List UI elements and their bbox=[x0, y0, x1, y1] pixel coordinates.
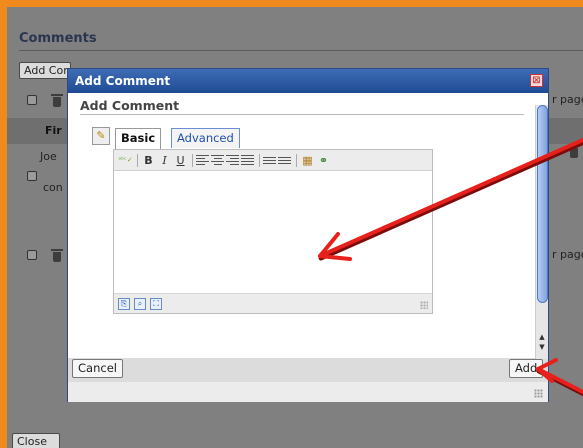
tab-advanced[interactable]: Advanced bbox=[171, 128, 240, 148]
dialog-resize-grip-icon[interactable] bbox=[534, 389, 543, 398]
resize-grip-icon[interactable] bbox=[420, 301, 428, 309]
toolbar-separator bbox=[192, 153, 193, 167]
scrollbar-thumb[interactable] bbox=[537, 105, 548, 303]
dialog-titlebar[interactable]: Add Comment bbox=[68, 69, 548, 93]
row-checkbox[interactable] bbox=[27, 171, 37, 181]
editor-text-area[interactable] bbox=[114, 171, 432, 293]
add-button[interactable]: Add bbox=[509, 359, 544, 378]
numbered-list-icon[interactable] bbox=[278, 153, 291, 168]
dialog-footer bbox=[68, 382, 548, 402]
italic-icon[interactable]: I bbox=[157, 153, 172, 168]
trash-icon[interactable] bbox=[568, 145, 580, 158]
link-icon[interactable]: ⚭ bbox=[316, 153, 331, 168]
per-page-text: r page bbox=[552, 248, 583, 261]
comments-section-title: Comments bbox=[19, 31, 97, 46]
editor-footer: ⎘ ⌕ ⛶ bbox=[114, 293, 432, 313]
pencil-icon[interactable]: ✎ bbox=[92, 127, 110, 145]
add-comment-button[interactable]: Add Comment bbox=[19, 62, 71, 79]
toolbar-separator bbox=[259, 153, 260, 167]
find-icon[interactable]: ⌕ bbox=[134, 297, 146, 310]
fullscreen-icon[interactable]: ⛶ bbox=[150, 297, 162, 310]
dialog-title: Add Comment bbox=[75, 74, 171, 88]
tab-basic[interactable]: Basic bbox=[115, 128, 162, 149]
per-page-text: r page bbox=[552, 93, 583, 106]
underline-icon[interactable]: U bbox=[173, 153, 188, 168]
cell-text: con bbox=[43, 181, 63, 194]
align-left-icon[interactable] bbox=[196, 153, 209, 168]
row-checkbox[interactable] bbox=[27, 95, 37, 105]
paste-icon[interactable]: ⎘ bbox=[118, 297, 130, 310]
trash-icon[interactable] bbox=[51, 94, 63, 107]
vertical-scrollbar[interactable]: ▲ ▼ bbox=[535, 105, 548, 359]
section-divider bbox=[19, 50, 583, 51]
row-checkbox[interactable] bbox=[27, 250, 37, 260]
heading-divider bbox=[80, 114, 524, 115]
cancel-button[interactable]: Cancel bbox=[72, 359, 123, 378]
align-right-icon[interactable] bbox=[226, 153, 239, 168]
editor-toolbar: ᵃᵇᶜ✓ B I U ▦ ⚭ bbox=[114, 150, 432, 171]
scroll-up-icon[interactable]: ▲ bbox=[536, 333, 548, 341]
add-comment-dialog: Add Comment ⊠ Add Comment ✎ Basic Advanc… bbox=[67, 68, 549, 402]
toolbar-separator bbox=[296, 153, 297, 167]
bold-icon[interactable]: B bbox=[141, 153, 156, 168]
trash-icon[interactable] bbox=[51, 249, 63, 262]
column-header-first: Fir bbox=[45, 124, 62, 137]
rich-text-editor: ᵃᵇᶜ✓ B I U ▦ ⚭ ⎘ ⌕ ⛶ bbox=[113, 149, 433, 314]
scroll-down-icon[interactable]: ▼ bbox=[536, 343, 548, 351]
close-icon[interactable]: ⊠ bbox=[530, 74, 543, 87]
dialog-heading: Add Comment bbox=[80, 98, 180, 113]
spellcheck-icon[interactable]: ᵃᵇᶜ✓ bbox=[118, 153, 133, 168]
close-button[interactable]: Close bbox=[12, 433, 60, 448]
toolbar-separator bbox=[137, 153, 138, 167]
align-center-icon[interactable] bbox=[211, 153, 224, 168]
bullet-list-icon[interactable] bbox=[263, 153, 276, 168]
justify-icon[interactable] bbox=[241, 153, 254, 168]
table-icon[interactable]: ▦ bbox=[300, 153, 315, 168]
cell-name: Joe bbox=[40, 150, 57, 163]
